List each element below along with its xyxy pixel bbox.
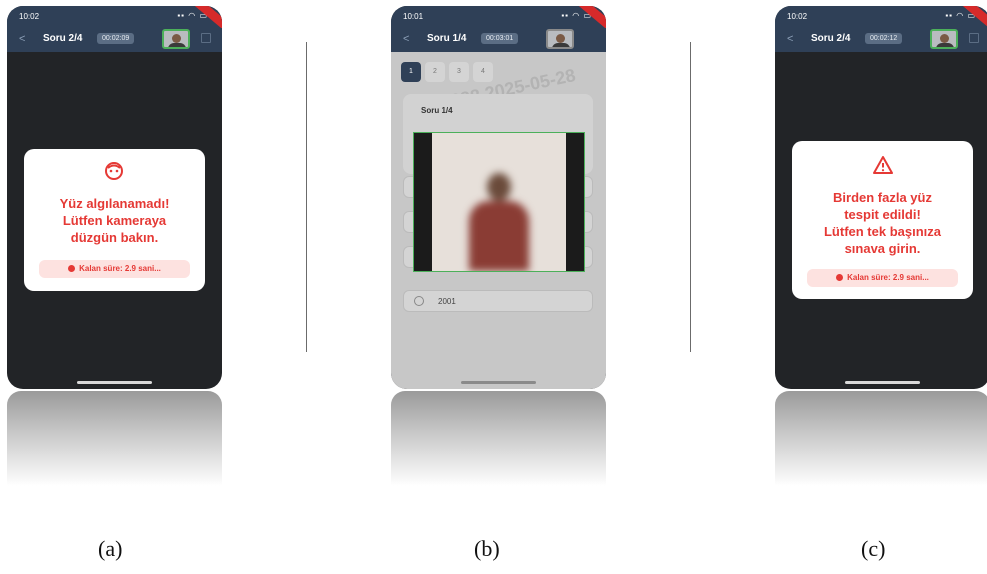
alert-line: Birden fazla yüz	[833, 190, 932, 205]
question-title: Soru 2/4	[43, 33, 83, 44]
question-number-button[interactable]: 1	[401, 62, 421, 82]
alert-line: sınava girin.	[844, 241, 921, 256]
question-number-button[interactable]: 4	[473, 62, 493, 82]
phone-reflection	[391, 391, 606, 486]
radio-icon	[414, 296, 424, 306]
alert-line: Lütfen tek başınıza	[823, 224, 942, 239]
exam-header: < Soru 2/4 00:02:09	[7, 28, 222, 52]
caption-a: (a)	[98, 536, 123, 561]
timer-icon	[68, 265, 76, 272]
divider-line	[306, 42, 307, 352]
answer-option[interactable]: 2001	[403, 290, 593, 312]
alert-line: Lütfen kameraya	[62, 213, 167, 228]
camera-preview	[413, 132, 585, 272]
home-indicator	[845, 381, 920, 384]
face-icon	[105, 162, 123, 180]
caption-c: (c)	[861, 536, 886, 561]
question-title: Soru 1/4	[427, 33, 467, 44]
phone-screen-b: 10:01 ▪▪ ◠ ▭ < Soru 1/4 00:03:01 1234 ID…	[391, 6, 606, 389]
countdown-pill: Kalan süre: 2.9 sani...	[807, 269, 958, 287]
alert-line: tespit edildi!	[844, 207, 921, 222]
phone-screen-c: 10:02 ▪▪ ◠ ▭ < Soru 2/4 00:02:12 Birden …	[775, 6, 987, 389]
countdown-text: Kalan süre: 2.9 sani...	[79, 264, 161, 273]
alert-dialog: Yüz algılanamadı! Lütfen kameraya düzgün…	[24, 149, 205, 291]
phone-reflection	[7, 391, 222, 486]
question-navigator: 1234	[401, 60, 497, 82]
menu-icon[interactable]	[201, 33, 211, 43]
question-label: Soru 1/4	[421, 106, 453, 115]
exam-timer: 00:02:09	[97, 33, 135, 44]
exam-header: < Soru 2/4 00:02:12	[775, 28, 987, 52]
alert-message: Birden fazla yüz tespit edildi! Lütfen t…	[792, 189, 973, 257]
countdown-text: Kalan süre: 2.9 sani...	[847, 273, 929, 282]
camera-thumbnail[interactable]	[546, 29, 574, 49]
alert-line: düzgün bakın.	[70, 230, 159, 245]
back-arrow-icon[interactable]: <	[19, 33, 25, 45]
option-text: 2001	[438, 297, 456, 306]
status-bar: 10:02 ▪▪ ◠ ▭	[775, 6, 987, 31]
camera-thumbnail[interactable]	[930, 29, 958, 49]
menu-icon[interactable]	[969, 33, 979, 43]
exam-timer: 00:03:01	[481, 33, 519, 44]
status-bar: 10:02 ▪▪ ◠ ▭	[7, 6, 222, 31]
alert-line: Yüz algılanamadı!	[59, 196, 170, 211]
question-number-button[interactable]: 2	[425, 62, 445, 82]
home-indicator	[461, 381, 536, 384]
back-arrow-icon[interactable]: <	[787, 33, 793, 45]
divider-line	[690, 42, 691, 352]
exam-header: < Soru 1/4 00:03:01	[391, 28, 606, 52]
camera-thumbnail[interactable]	[162, 29, 190, 49]
phone-screen-a: 10:02 ▪▪ ◠ ▭ < Soru 2/4 00:02:09 Yüz alg…	[7, 6, 222, 389]
blurred-person-image	[469, 173, 529, 271]
phone-reflection	[775, 391, 987, 486]
warning-icon	[873, 156, 893, 174]
question-number-button[interactable]: 3	[449, 62, 469, 82]
home-indicator	[77, 381, 152, 384]
panel-c: 10:02 ▪▪ ◠ ▭ < Soru 2/4 00:02:12 Birden …	[775, 6, 987, 486]
back-arrow-icon[interactable]: <	[403, 33, 409, 45]
alert-dialog: Birden fazla yüz tespit edildi! Lütfen t…	[792, 141, 973, 299]
timer-icon	[836, 274, 844, 281]
alert-message: Yüz algılanamadı! Lütfen kameraya düzgün…	[24, 195, 205, 246]
panel-b: 10:01 ▪▪ ◠ ▭ < Soru 1/4 00:03:01 1234 ID…	[391, 6, 606, 486]
countdown-pill: Kalan süre: 2.9 sani...	[39, 260, 190, 278]
exam-timer: 00:02:12	[865, 33, 903, 44]
status-time: 10:02	[787, 12, 808, 21]
status-bar: 10:01 ▪▪ ◠ ▭	[391, 6, 606, 31]
status-time: 10:01	[403, 12, 424, 21]
caption-b: (b)	[474, 536, 500, 561]
status-time: 10:02	[19, 12, 40, 21]
question-title: Soru 2/4	[811, 33, 851, 44]
panel-a: 10:02 ▪▪ ◠ ▭ < Soru 2/4 00:02:09 Yüz alg…	[7, 6, 222, 486]
